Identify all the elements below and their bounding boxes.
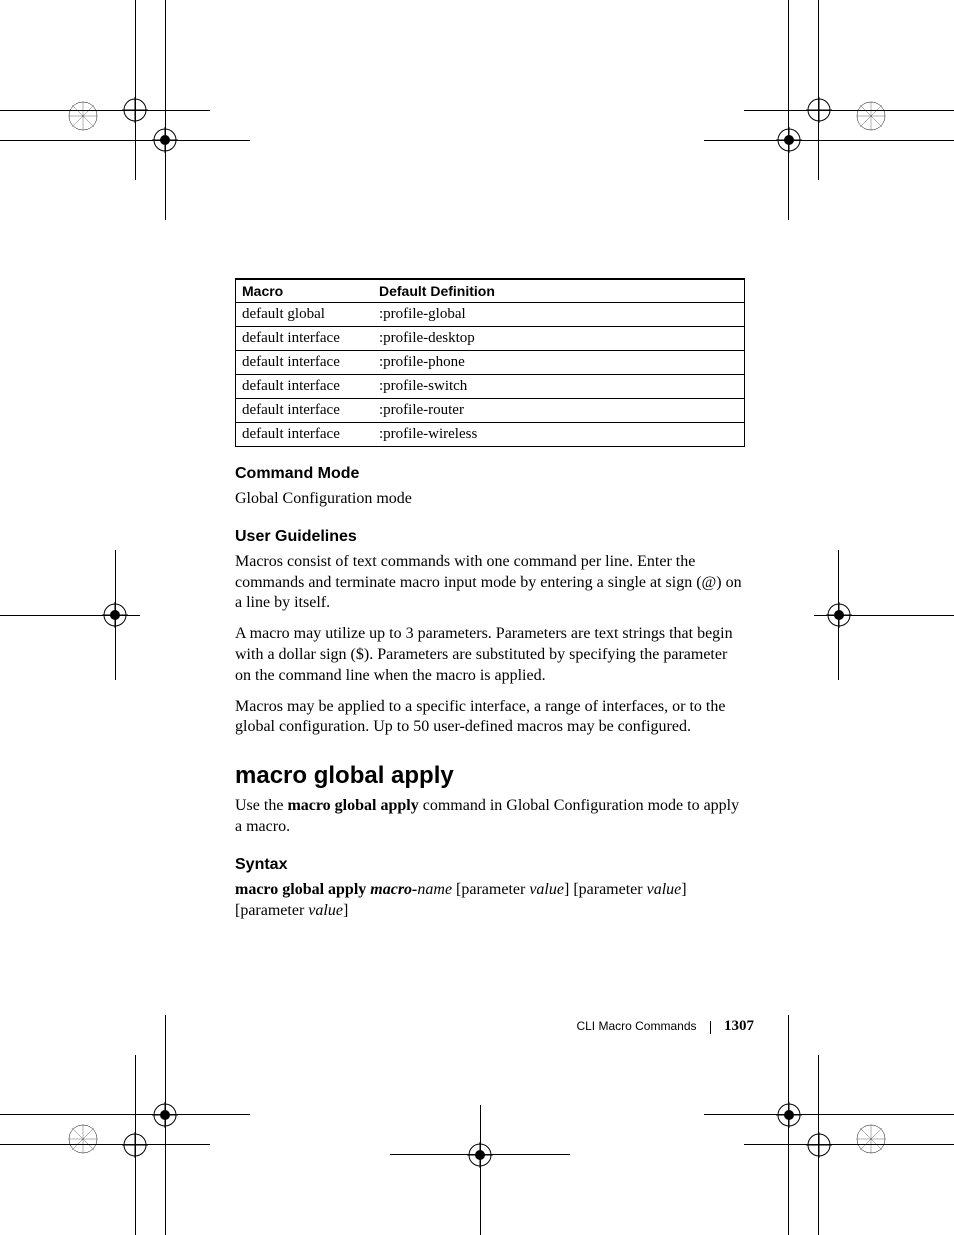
user-guidelines-p2: A macro may utilize up to 3 parameters. … — [235, 624, 745, 686]
registration-mark-mid-left — [75, 560, 195, 700]
registration-mark-top-right — [759, 70, 879, 210]
table-header-macro: Macro — [236, 279, 374, 303]
command-mode-text: Global Configuration mode — [235, 489, 745, 510]
table-cell: :profile-wireless — [373, 423, 745, 447]
syntax-command: macro global apply — [235, 881, 366, 898]
table-cell: :profile-switch — [373, 375, 745, 399]
footer-separator-icon — [710, 1021, 711, 1034]
page-footer: CLI Macro Commands 1307 — [576, 1018, 754, 1035]
table-row: default interface:profile-switch — [236, 375, 745, 399]
registration-mark-bottom-right — [759, 1035, 879, 1175]
user-guidelines-p1: Macros consist of text commands with one… — [235, 552, 745, 614]
table-cell: :profile-phone — [373, 351, 745, 375]
table-row: default interface:profile-router — [236, 399, 745, 423]
table-cell: default interface — [236, 375, 374, 399]
command-intro: Use the macro global apply command in Gl… — [235, 796, 745, 838]
table-cell: default interface — [236, 327, 374, 351]
registration-mark-mid-right — [759, 560, 879, 700]
table-cell: :profile-global — [373, 303, 745, 327]
table-cell: :profile-router — [373, 399, 745, 423]
command-mode-heading: Command Mode — [235, 465, 745, 483]
footer-page-number: 1307 — [724, 1018, 754, 1034]
macro-default-table: Macro Default Definition default global:… — [235, 278, 745, 447]
user-guidelines-p3: Macros may be applied to a specific inte… — [235, 697, 745, 739]
table-header-default: Default Definition — [373, 279, 745, 303]
table-cell: :profile-desktop — [373, 327, 745, 351]
table-cell: default interface — [236, 399, 374, 423]
command-name-inline: macro global apply — [287, 797, 418, 814]
command-heading: macro global apply — [235, 762, 745, 790]
table-row: default global:profile-global — [236, 303, 745, 327]
page-content: Macro Default Definition default global:… — [235, 278, 745, 931]
syntax-heading: Syntax — [235, 856, 745, 874]
table-row: default interface:profile-desktop — [236, 327, 745, 351]
table-row: default interface:profile-wireless — [236, 423, 745, 447]
table-cell: default interface — [236, 423, 374, 447]
user-guidelines-heading: User Guidelines — [235, 528, 745, 546]
registration-mark-bottom-left — [75, 1035, 195, 1175]
registration-mark-bottom-center — [430, 1045, 530, 1185]
table-cell: default global — [236, 303, 374, 327]
table-row: default interface:profile-phone — [236, 351, 745, 375]
registration-mark-top-left — [75, 70, 195, 210]
syntax-line: macro global apply macro-name [parameter… — [235, 880, 745, 922]
table-cell: default interface — [236, 351, 374, 375]
footer-section: CLI Macro Commands — [576, 1019, 696, 1033]
table-header-row: Macro Default Definition — [236, 279, 745, 303]
